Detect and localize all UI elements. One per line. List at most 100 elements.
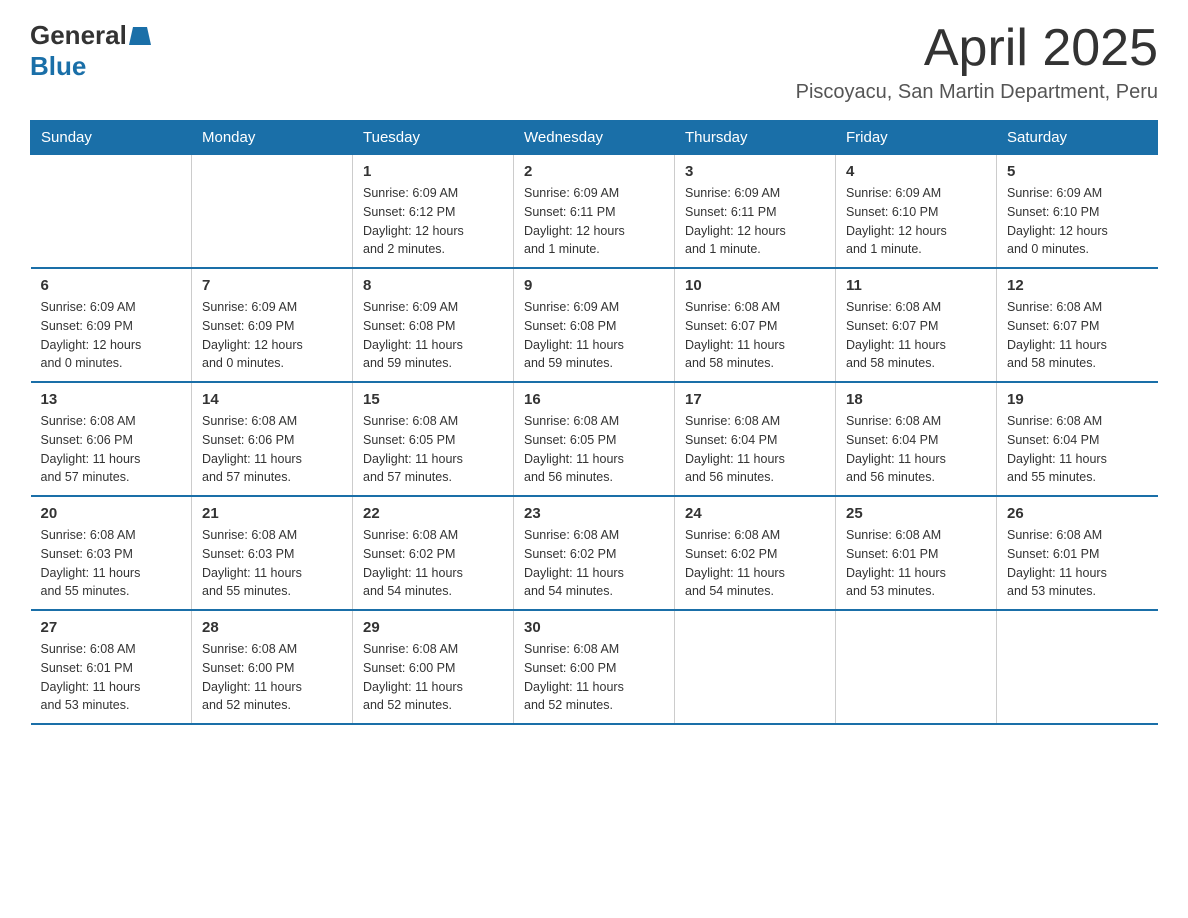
day-number: 3 [685,163,825,180]
logo-blue-text: Blue [30,51,86,82]
calendar-cell: 17 Sunrise: 6:08 AM Sunset: 6:04 PM Dayli… [675,382,836,496]
title-area: April 2025 Piscoyacu, San Martin Departm… [796,20,1158,104]
header-tuesday: Tuesday [353,121,514,155]
calendar-cell: 20 Sunrise: 6:08 AM Sunset: 6:03 PM Dayli… [31,496,192,610]
calendar-cell [997,610,1158,724]
month-title: April 2025 [796,20,1158,77]
day-number: 27 [41,619,182,636]
day-info: Sunrise: 6:08 AM Sunset: 6:03 PM Dayligh… [202,526,342,601]
calendar-cell: 9 Sunrise: 6:09 AM Sunset: 6:08 PM Daylig… [514,268,675,382]
calendar-table: SundayMondayTuesdayWednesdayThursdayFrid… [30,120,1158,725]
day-info: Sunrise: 6:08 AM Sunset: 6:05 PM Dayligh… [524,412,664,487]
day-number: 14 [202,391,342,408]
day-number: 29 [363,619,503,636]
day-info: Sunrise: 6:08 AM Sunset: 6:07 PM Dayligh… [1007,298,1148,373]
calendar-week-row: 20 Sunrise: 6:08 AM Sunset: 6:03 PM Dayli… [31,496,1158,610]
day-number: 10 [685,277,825,294]
calendar-cell [675,610,836,724]
day-number: 5 [1007,163,1148,180]
logo-triangle-icon [129,27,151,45]
calendar-cell: 15 Sunrise: 6:08 AM Sunset: 6:05 PM Dayli… [353,382,514,496]
calendar-cell: 5 Sunrise: 6:09 AM Sunset: 6:10 PM Daylig… [997,155,1158,269]
logo-general-text: General [30,20,127,51]
calendar-cell: 30Sunrise: 6:08 AM Sunset: 6:00 PM Dayli… [514,610,675,724]
day-number: 2 [524,163,664,180]
calendar-cell: 18 Sunrise: 6:08 AM Sunset: 6:04 PM Dayli… [836,382,997,496]
day-number: 9 [524,277,664,294]
day-info: Sunrise: 6:08 AM Sunset: 6:00 PM Dayligh… [202,640,342,715]
calendar-cell: 26 Sunrise: 6:08 AM Sunset: 6:01 PM Dayli… [997,496,1158,610]
calendar-cell: 16 Sunrise: 6:08 AM Sunset: 6:05 PM Dayli… [514,382,675,496]
day-info: Sunrise: 6:08 AM Sunset: 6:02 PM Dayligh… [685,526,825,601]
day-info: Sunrise: 6:08 AM Sunset: 6:03 PM Dayligh… [41,526,182,601]
calendar-cell: 24 Sunrise: 6:08 AM Sunset: 6:02 PM Dayli… [675,496,836,610]
calendar-week-row: 13 Sunrise: 6:08 AM Sunset: 6:06 PM Dayli… [31,382,1158,496]
day-number: 17 [685,391,825,408]
calendar-week-row: 1 Sunrise: 6:09 AM Sunset: 6:12 PM Daylig… [31,155,1158,269]
day-info: Sunrise: 6:08 AM Sunset: 6:07 PM Dayligh… [846,298,986,373]
day-number: 28 [202,619,342,636]
calendar-week-row: 6Sunrise: 6:09 AM Sunset: 6:09 PM Daylig… [31,268,1158,382]
calendar-cell: 21Sunrise: 6:08 AM Sunset: 6:03 PM Dayli… [192,496,353,610]
day-number: 18 [846,391,986,408]
calendar-cell: 13 Sunrise: 6:08 AM Sunset: 6:06 PM Dayli… [31,382,192,496]
day-number: 15 [363,391,503,408]
day-info: Sunrise: 6:09 AM Sunset: 6:08 PM Dayligh… [524,298,664,373]
day-info: Sunrise: 6:08 AM Sunset: 6:02 PM Dayligh… [524,526,664,601]
calendar-cell: 1 Sunrise: 6:09 AM Sunset: 6:12 PM Daylig… [353,155,514,269]
day-number: 4 [846,163,986,180]
header-friday: Friday [836,121,997,155]
calendar-cell: 19Sunrise: 6:08 AM Sunset: 6:04 PM Dayli… [997,382,1158,496]
calendar-cell: 22Sunrise: 6:08 AM Sunset: 6:02 PM Dayli… [353,496,514,610]
calendar-cell: 7Sunrise: 6:09 AM Sunset: 6:09 PM Daylig… [192,268,353,382]
calendar-cell: 27Sunrise: 6:08 AM Sunset: 6:01 PM Dayli… [31,610,192,724]
calendar-cell: 2 Sunrise: 6:09 AM Sunset: 6:11 PM Daylig… [514,155,675,269]
day-info: Sunrise: 6:08 AM Sunset: 6:05 PM Dayligh… [363,412,503,487]
calendar-cell [836,610,997,724]
day-number: 13 [41,391,182,408]
day-info: Sunrise: 6:08 AM Sunset: 6:04 PM Dayligh… [846,412,986,487]
calendar-cell [31,155,192,269]
calendar-cell: 25 Sunrise: 6:08 AM Sunset: 6:01 PM Dayli… [836,496,997,610]
calendar-cell: 10 Sunrise: 6:08 AM Sunset: 6:07 PM Dayli… [675,268,836,382]
day-number: 30 [524,619,664,636]
day-number: 16 [524,391,664,408]
calendar-cell [192,155,353,269]
day-number: 24 [685,505,825,522]
calendar-cell: 4 Sunrise: 6:09 AM Sunset: 6:10 PM Daylig… [836,155,997,269]
page-header: General Blue April 2025 Piscoyacu, San M… [30,20,1158,104]
day-number: 26 [1007,505,1148,522]
day-info: Sunrise: 6:08 AM Sunset: 6:04 PM Dayligh… [685,412,825,487]
day-info: Sunrise: 6:09 AM Sunset: 6:08 PM Dayligh… [363,298,503,373]
calendar-cell: 11 Sunrise: 6:08 AM Sunset: 6:07 PM Dayli… [836,268,997,382]
calendar-cell: 29Sunrise: 6:08 AM Sunset: 6:00 PM Dayli… [353,610,514,724]
day-info: Sunrise: 6:09 AM Sunset: 6:10 PM Dayligh… [1007,184,1148,259]
day-number: 7 [202,277,342,294]
day-info: Sunrise: 6:08 AM Sunset: 6:01 PM Dayligh… [1007,526,1148,601]
header-monday: Monday [192,121,353,155]
day-number: 12 [1007,277,1148,294]
day-number: 25 [846,505,986,522]
calendar-cell: 14 Sunrise: 6:08 AM Sunset: 6:06 PM Dayli… [192,382,353,496]
calendar-cell: 6Sunrise: 6:09 AM Sunset: 6:09 PM Daylig… [31,268,192,382]
day-info: Sunrise: 6:09 AM Sunset: 6:09 PM Dayligh… [41,298,182,373]
calendar-cell: 28 Sunrise: 6:08 AM Sunset: 6:00 PM Dayli… [192,610,353,724]
day-number: 1 [363,163,503,180]
day-number: 20 [41,505,182,522]
day-info: Sunrise: 6:08 AM Sunset: 6:07 PM Dayligh… [685,298,825,373]
day-info: Sunrise: 6:09 AM Sunset: 6:11 PM Dayligh… [685,184,825,259]
calendar-cell: 12 Sunrise: 6:08 AM Sunset: 6:07 PM Dayli… [997,268,1158,382]
day-info: Sunrise: 6:09 AM Sunset: 6:12 PM Dayligh… [363,184,503,259]
day-info: Sunrise: 6:09 AM Sunset: 6:11 PM Dayligh… [524,184,664,259]
day-info: Sunrise: 6:09 AM Sunset: 6:10 PM Dayligh… [846,184,986,259]
day-info: Sunrise: 6:08 AM Sunset: 6:06 PM Dayligh… [202,412,342,487]
header-wednesday: Wednesday [514,121,675,155]
day-info: Sunrise: 6:08 AM Sunset: 6:01 PM Dayligh… [846,526,986,601]
day-number: 23 [524,505,664,522]
day-number: 11 [846,277,986,294]
header-saturday: Saturday [997,121,1158,155]
logo: General Blue [30,20,151,82]
calendar-cell: 8 Sunrise: 6:09 AM Sunset: 6:08 PM Daylig… [353,268,514,382]
day-info: Sunrise: 6:08 AM Sunset: 6:06 PM Dayligh… [41,412,182,487]
day-number: 8 [363,277,503,294]
